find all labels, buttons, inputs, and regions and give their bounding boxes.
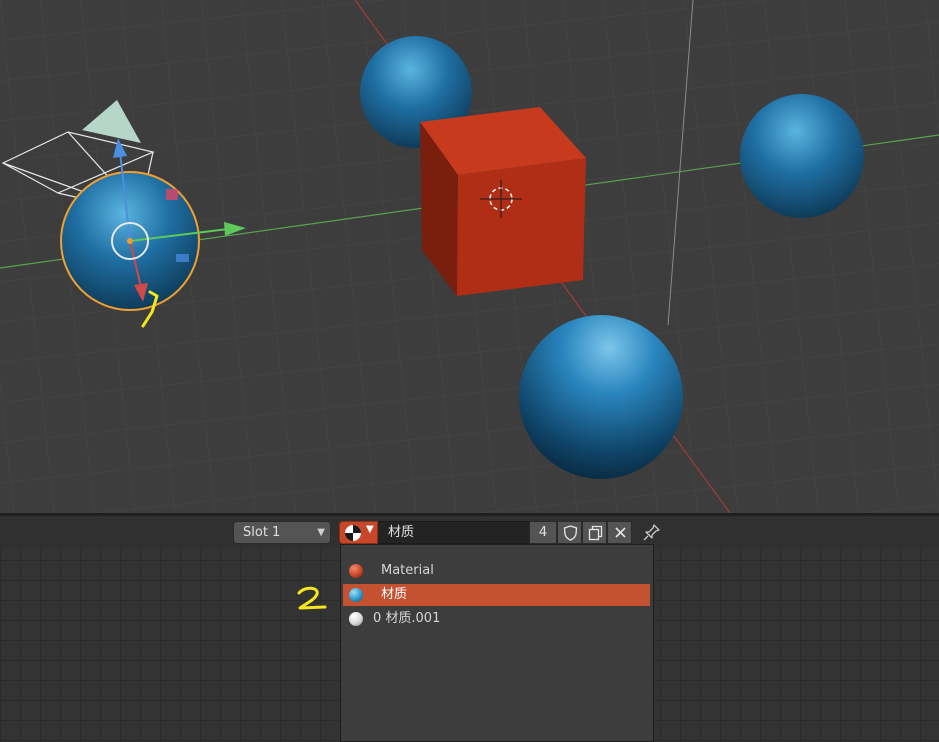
duplicate-icon	[588, 525, 603, 541]
dropdown-item-material-001[interactable]: 0 材质.001	[343, 608, 650, 630]
annotation-mark-2	[297, 586, 327, 610]
unlink-x-icon	[615, 527, 626, 538]
dropdown-item-active[interactable]: 材质	[343, 584, 650, 606]
material-name-field[interactable]: 材质	[378, 521, 529, 544]
unlink-material-button[interactable]	[607, 521, 632, 544]
dropdown-item-label: 材质	[381, 587, 408, 602]
new-material-button[interactable]	[582, 521, 607, 544]
fake-user-button[interactable]	[557, 521, 582, 544]
material-browse-dropdown: Material 材质 0 材质.001	[340, 544, 654, 742]
chevron-down-icon: ▼	[366, 524, 374, 535]
3d-viewport[interactable]	[0, 0, 939, 513]
cube[interactable]	[420, 107, 586, 296]
material-ball-icon	[349, 564, 363, 578]
material-name-text: 材质	[388, 525, 415, 540]
chevron-down-icon: ▼	[317, 527, 325, 538]
pin-icon	[643, 524, 660, 541]
material-ball-icon	[349, 612, 363, 626]
dropdown-item-label: Material	[381, 563, 434, 578]
slot-label: Slot 1	[243, 525, 281, 540]
material-browse-icon	[345, 525, 361, 541]
material-slot-select[interactable]: Slot 1 ▼	[233, 521, 331, 544]
viewport-scene[interactable]	[0, 0, 939, 513]
user-count-text: 4	[538, 525, 548, 540]
dropdown-item-label: 0 材质.001	[373, 611, 441, 626]
material-ball-icon	[349, 588, 363, 602]
material-user-count[interactable]: 4	[529, 521, 557, 544]
fake-user-shield-icon	[563, 525, 578, 541]
sphere-right[interactable]	[740, 94, 864, 218]
sphere-front[interactable]	[519, 315, 683, 479]
browse-material-button[interactable]: ▼	[339, 521, 378, 544]
dropdown-item-material[interactable]: Material	[343, 560, 650, 582]
pin-button[interactable]	[640, 521, 664, 544]
